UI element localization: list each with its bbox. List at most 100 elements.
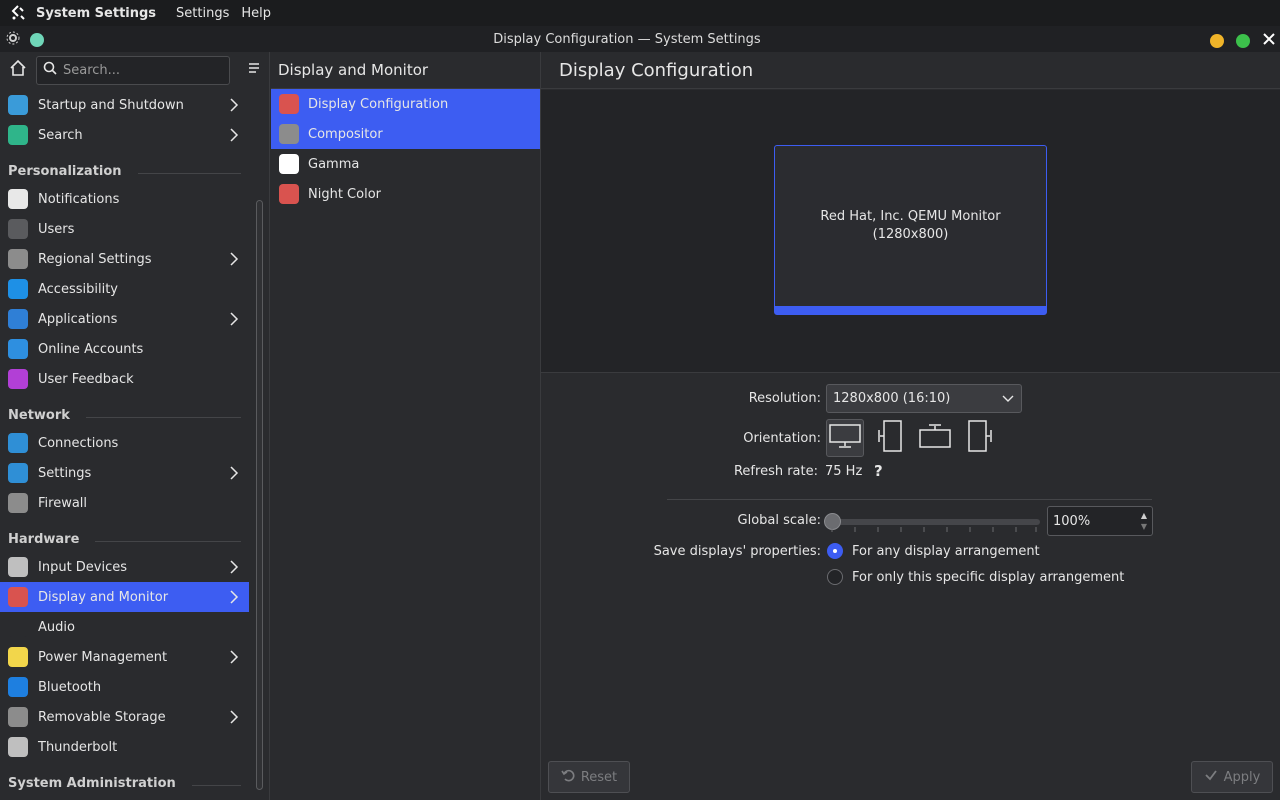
sidebar-item-label: User Feedback xyxy=(38,371,134,387)
apply-button[interactable]: Apply xyxy=(1191,761,1273,793)
chevron-right-icon xyxy=(229,649,239,669)
sidebar-item-label: Input Devices xyxy=(38,559,128,575)
monitor-name: Red Hat, Inc. QEMU Monitor xyxy=(820,209,1001,224)
section-divider xyxy=(85,417,241,418)
subcategory-item-night-color[interactable]: Night Color xyxy=(271,179,540,209)
resolution-select[interactable]: 1280x800 (16:10) xyxy=(826,384,1022,413)
monitor-preview[interactable]: Red Hat, Inc. QEMU Monitor (1280x800) xyxy=(774,145,1047,315)
checkmark-icon xyxy=(1204,768,1218,786)
slider-ticks xyxy=(831,527,1037,532)
refresh-rate-value: 75 Hz xyxy=(825,464,863,479)
sidebar-item-firewall[interactable]: Firewall xyxy=(0,488,249,518)
accessibility-icon xyxy=(8,279,28,299)
orientation-inverted-button[interactable] xyxy=(916,419,954,457)
window-title: Display Configuration — System Settings xyxy=(493,31,761,47)
sidebar-item-accessibility[interactable]: Accessibility xyxy=(0,274,249,304)
chevron-right-icon xyxy=(229,589,239,609)
subcategory-title: Display and Monitor xyxy=(271,52,540,89)
chevron-right-icon xyxy=(229,97,239,117)
subcategory-item-gamma[interactable]: Gamma xyxy=(271,149,540,179)
search-placeholder: Search... xyxy=(63,62,121,78)
radio-specific-arrangement-label: For only this specific display arrangeme… xyxy=(852,569,1125,585)
sidebar-item-removable-storage[interactable]: Removable Storage xyxy=(0,702,249,732)
main-panel: Display Configuration Red Hat, Inc. QEMU… xyxy=(541,52,1280,800)
sidebar-item-label: Notifications xyxy=(38,191,120,207)
sidebar-item-bluetooth[interactable]: Bluetooth xyxy=(0,672,249,702)
save-properties-label: Save displays' properties: xyxy=(653,544,821,559)
thunderbolt-icon xyxy=(8,737,28,757)
sidebar-item-notifications[interactable]: Notifications xyxy=(0,184,249,214)
radio-any-arrangement-label: For any display arrangement xyxy=(852,543,1040,559)
close-button[interactable] xyxy=(1262,32,1276,50)
radio-specific-arrangement[interactable]: For only this specific display arrangeme… xyxy=(827,569,1124,585)
sidebar-item-users[interactable]: Users xyxy=(0,214,249,244)
sidebar-item-connections[interactable]: Connections xyxy=(0,428,249,458)
sidebar-item-thunderbolt[interactable]: Thunderbolt xyxy=(0,732,249,762)
subcategory-item-compositor[interactable]: Compositor xyxy=(271,119,540,149)
global-scale-label: Global scale: xyxy=(737,513,821,528)
orientation-portrait-right-button[interactable] xyxy=(961,419,999,457)
window-titlebar: Display Configuration — System Settings xyxy=(0,26,1280,52)
app-name[interactable]: System Settings xyxy=(36,6,156,21)
minimize-button[interactable] xyxy=(1210,34,1224,48)
storage-icon xyxy=(8,707,28,727)
sidebar-scrollbar[interactable] xyxy=(256,200,263,790)
global-scale-spinbox[interactable]: 100% ▲ ▼ xyxy=(1047,506,1153,536)
compositor-icon xyxy=(279,124,299,144)
resolution-value: 1280x800 (16:10) xyxy=(833,391,951,406)
section-heading-label: System Administration xyxy=(8,776,176,791)
chevron-right-icon xyxy=(229,709,239,729)
sidebar-item-regional-settings[interactable]: Regional Settings xyxy=(0,244,249,274)
sidebar-item-settings[interactable]: Settings xyxy=(0,458,249,488)
home-icon[interactable] xyxy=(8,58,28,82)
refresh-rate-help-icon[interactable]: ? xyxy=(874,462,883,480)
chevron-right-icon xyxy=(229,251,239,271)
maximize-button[interactable] xyxy=(1236,34,1250,48)
orientation-landscape-button[interactable] xyxy=(826,419,864,457)
section-heading-label: Hardware xyxy=(8,532,80,547)
refresh-rate-label: Refresh rate: xyxy=(733,464,818,479)
radio-button-checked[interactable] xyxy=(827,543,843,559)
sidebar-item-display-and-monitor[interactable]: Display and Monitor xyxy=(0,582,249,612)
search-field[interactable]: Search... xyxy=(36,55,230,85)
sidebar-item-applications[interactable]: Applications xyxy=(0,304,249,334)
display-config-icon xyxy=(279,94,299,114)
cloud-icon xyxy=(8,339,28,359)
monitor-landscape-icon xyxy=(829,423,861,453)
hamburger-menu-icon[interactable] xyxy=(248,62,260,78)
sidebar-item-input-devices[interactable]: Input Devices xyxy=(0,552,249,582)
menu-help[interactable]: Help xyxy=(241,6,271,21)
orientation-label: Orientation: xyxy=(743,431,821,446)
sidebar-item-label: Firewall xyxy=(38,495,88,511)
orientation-portrait-left-button[interactable] xyxy=(871,419,909,457)
sidebar-item-label: Connections xyxy=(38,435,119,451)
chevron-right-icon xyxy=(229,465,239,485)
applications-icon xyxy=(8,309,28,329)
subcategory-item-label: Night Color xyxy=(308,186,381,202)
sidebar-item-label: Users xyxy=(38,221,75,237)
monitor-resolution: (1280x800) xyxy=(872,227,949,242)
audio-icon xyxy=(8,617,28,637)
menu-settings[interactable]: Settings xyxy=(176,6,229,21)
radio-any-arrangement[interactable]: For any display arrangement xyxy=(827,543,1040,559)
sidebar-section-heading: Personalization xyxy=(0,150,249,184)
chevron-right-icon xyxy=(229,559,239,579)
sidebar-item-online-accounts[interactable]: Online Accounts xyxy=(0,334,249,364)
spin-up-icon[interactable]: ▲ xyxy=(1141,510,1147,521)
sidebar-item-label: Accessibility xyxy=(38,281,118,297)
sidebar-item-user-feedback[interactable]: User Feedback xyxy=(0,364,249,394)
reset-button[interactable]: Reset xyxy=(548,761,630,793)
sidebar-item-power-management[interactable]: Power Management xyxy=(0,642,249,672)
subcategory-item-display-configuration[interactable]: Display Configuration xyxy=(271,89,540,119)
global-scale-slider[interactable] xyxy=(824,513,1040,530)
kde-logo-icon[interactable] xyxy=(0,0,36,26)
spin-down-icon[interactable]: ▼ xyxy=(1141,521,1147,532)
input-devices-icon xyxy=(8,557,28,577)
sidebar-item-search[interactable]: Search xyxy=(0,120,249,150)
chevron-down-icon xyxy=(1001,391,1015,409)
radio-button-unchecked[interactable] xyxy=(827,569,843,585)
monitor-portrait-right-icon xyxy=(967,420,993,456)
sidebar-item-audio[interactable]: Audio xyxy=(0,612,249,642)
sidebar-item-startup-and-shutdown[interactable]: Startup and Shutdown xyxy=(0,90,249,120)
section-heading-label: Network xyxy=(8,408,70,423)
